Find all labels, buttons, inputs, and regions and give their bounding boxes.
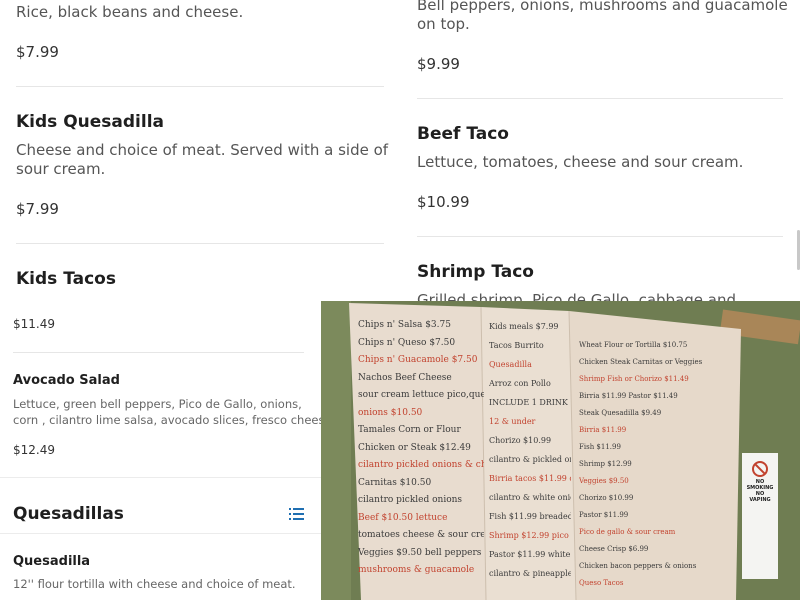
item-title-avocado-salad[interactable]: Avocado Salad [13,373,120,388]
board-line: Birria $11.99 [579,426,627,434]
board-line: cilantro & pickled onions [489,455,571,464]
no-smoking-sign: NO SMOKING NO VAPING [745,479,775,503]
board-line: Birria $11.99 Pastor $11.49 [579,392,678,400]
board-line: Shrimp $12.99 [579,460,632,468]
item-price: $11.49 [13,317,55,331]
board-line: INCLUDE 1 DRINK [489,398,568,407]
board-line: Wheat Flour or Tortilla $10.75 [579,341,688,349]
board-line: Veggies $9.50 bell peppers [358,547,482,558]
board-line: Beef $10.50 lettuce [358,512,448,523]
board-text-left: Chips n' Salsa $3.75 Chips n' Queso $7.50… [358,317,484,580]
board-line: Chorizo $10.99 [489,436,552,445]
item-desc: Cheese and choice of meat. Served with a… [16,141,389,159]
board-line: Queso Tacos [579,579,624,587]
item-desc: on top. [417,15,470,33]
board-line: Steak Quesadilla $9.49 [579,409,662,417]
item-desc: 12'' flour tortilla with cheese and choi… [13,577,296,591]
board-line: cilantro pickled onions & cheese [358,460,484,470]
board-line: Chicken bacon peppers & onions [579,562,697,570]
item-desc: Rice, black beans and cheese. [16,3,244,21]
board-line: Carnitas $10.50 [358,477,432,488]
board-line: Chips n' Queso $7.50 [358,337,456,348]
board-line: sour cream lettuce pico,queso & [358,390,484,400]
board-line: Birria tacos $11.99 cheese [489,474,571,483]
divider [0,477,321,478]
board-line: mushrooms & guacamole [358,565,475,575]
item-title-beef-taco[interactable]: Beef Taco [417,124,509,144]
divider [13,352,304,353]
board-line: Chicken or Steak $12.49 [358,442,471,453]
board-line: tomatoes cheese & sour cream [358,530,484,540]
item-price: $7.99 [16,200,59,218]
section-title-quesadillas: Quesadillas [13,504,124,524]
board-line: Pastor $11.99 [579,511,629,519]
board-line: Cheese Crisp $6.99 [579,545,649,553]
board-line: Kids meals $7.99 [489,322,559,331]
divider [417,236,783,237]
item-price: $10.99 [417,193,470,211]
item-desc: sour cream. [16,160,106,178]
menu-panel: $11.49 Avocado Salad Lettuce, green bell… [0,300,336,600]
board-line: Chorizo $10.99 [579,494,634,502]
divider [0,533,321,534]
board-line: Tacos Burrito [489,341,544,350]
divider [16,243,384,244]
divider [417,98,783,99]
item-title-quesadilla[interactable]: Quesadilla [13,554,90,569]
item-title-kids-quesadilla[interactable]: Kids Quesadilla [16,112,164,132]
board-line: Chicken Steak Carnitas or Veggies [579,358,703,366]
board-line: Arroz con Pollo [489,379,551,388]
board-line: Chips n' Guacamole $7.50 [358,355,478,365]
board-line: onions $10.50 [358,407,423,418]
board-line: Pico de gallo & sour cream [579,528,676,536]
divider [16,86,384,87]
item-title-kids-tacos[interactable]: Kids Tacos [16,269,116,289]
board-line: Nachos Beef Cheese [358,372,452,383]
board-line: 12 & under [489,417,536,426]
board-text-right: Wheat Flour or Tortilla $10.75 Chicken St… [579,337,735,592]
board-line: Veggies $9.50 [579,477,629,485]
item-desc: Lettuce, tomatoes, cheese and sour cream… [417,153,744,171]
item-price: $9.99 [417,55,460,73]
board-line: Tamales Corn or Flour [358,425,461,435]
list-icon[interactable] [289,507,304,521]
board-line: cilantro & white onions [489,493,571,502]
sign-line: VAPING [749,497,771,503]
board-line: cilantro & pineapple [489,569,571,578]
menu-board-photo: NO SMOKING NO VAPING Chips n' Salsa $3.7… [321,301,800,600]
item-desc: Lettuce, green bell peppers, Pico de Gal… [13,397,302,411]
item-desc: corn , cilantro lime salsa, avocado slic… [13,413,336,427]
board-line: Fish $11.99 breaded [489,512,571,521]
board-line: Chips n' Salsa $3.75 [358,320,451,330]
board-line: Shrimp $12.99 pico de gallo [489,531,571,540]
board-line: Shrimp Fish or Chorizo $11.49 [579,375,689,383]
item-price: $7.99 [16,43,59,61]
board-text-middle: Kids meals $7.99 Tacos Burrito Quesadilla A… [489,317,571,583]
item-title-shrimp-taco[interactable]: Shrimp Taco [417,262,534,282]
board-line: Fish $11.99 [579,443,621,451]
board-line: cilantro pickled onions [358,495,463,505]
item-price: $12.49 [13,443,55,457]
board-line: Quesadilla [489,360,532,369]
item-desc: Bell peppers, onions, mushrooms and guac… [417,0,788,14]
board-line: Pastor $11.99 white onions [489,550,571,559]
